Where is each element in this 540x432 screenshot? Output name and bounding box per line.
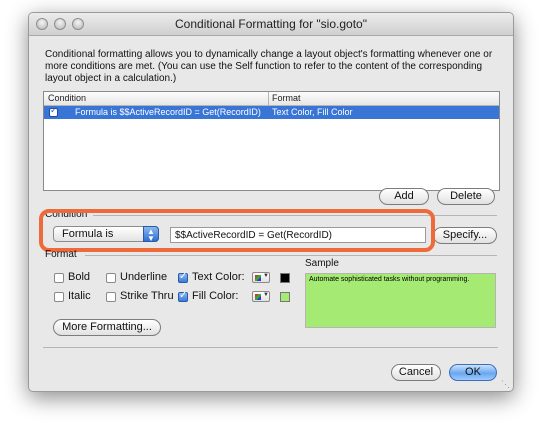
sample-text: Automate sophisticated tasks without pro… — [309, 276, 470, 283]
condition-divider — [93, 215, 497, 216]
column-header-format[interactable]: Format — [272, 93, 301, 103]
italic-checkbox[interactable] — [54, 292, 64, 302]
more-formatting-button[interactable]: More Formatting... — [53, 319, 161, 336]
condition-enabled-checkbox[interactable] — [49, 106, 58, 117]
format-divider — [85, 255, 497, 256]
window-title: Conditional Formatting for "sio.goto" — [175, 17, 367, 31]
underline-label: Underline — [120, 271, 168, 283]
color-palette-icon — [255, 294, 261, 300]
strikethru-label: Strike Thru — [120, 290, 174, 302]
column-divider — [268, 92, 269, 105]
condition-type-value: Formula is — [62, 228, 114, 240]
color-palette-icon — [255, 275, 261, 281]
chevron-down-icon: ▼ — [263, 273, 269, 279]
underline-checkbox[interactable] — [106, 273, 116, 283]
text-color-label: Text Color: — [192, 271, 245, 283]
description-text: Conditional formatting allows you to dyn… — [45, 49, 493, 84]
condition-section-label: Condition — [45, 209, 88, 220]
row-condition: Formula is $$ActiveRecordID = Get(Record… — [75, 107, 261, 117]
row-format: Text Color, Fill Color — [272, 107, 353, 117]
cancel-button[interactable]: Cancel — [391, 364, 441, 381]
fill-color-label: Fill Color: — [192, 290, 239, 302]
title-bar: Conditional Formatting for "sio.goto" — [29, 13, 513, 36]
sample-preview: Automate sophisticated tasks without pro… — [305, 273, 496, 328]
sample-label: Sample — [305, 258, 339, 269]
bold-label: Bold — [68, 271, 91, 283]
text-color-swatch — [280, 273, 290, 283]
add-button[interactable]: Add — [379, 188, 429, 205]
specify-button[interactable]: Specify... — [433, 227, 497, 244]
text-color-picker[interactable]: ▼ — [252, 272, 270, 283]
fill-color-swatch — [280, 292, 290, 302]
table-header: Condition Format — [44, 92, 499, 106]
condition-type-select[interactable]: Formula is ▲ ▼ — [53, 226, 159, 243]
updown-arrows-icon: ▲ ▼ — [143, 226, 159, 243]
delete-button[interactable]: Delete — [437, 188, 495, 205]
resize-grip-icon[interactable]: ⋱ — [501, 379, 511, 389]
fill-color-picker[interactable]: ▼ — [252, 291, 270, 302]
strikethru-checkbox[interactable] — [106, 292, 116, 302]
conditions-table[interactable]: Condition Format Formula is $$ActiveReco… — [43, 91, 500, 191]
chevron-down-icon: ▼ — [263, 292, 269, 298]
column-header-condition[interactable]: Condition — [48, 93, 86, 103]
italic-label: Italic — [68, 290, 91, 302]
bottom-divider — [43, 347, 498, 348]
table-row[interactable]: Formula is $$ActiveRecordID = Get(Record… — [44, 106, 499, 119]
formula-field[interactable]: $$ActiveRecordID = Get(RecordID) — [170, 227, 426, 243]
bold-checkbox[interactable] — [54, 273, 64, 283]
format-section-label: Format — [45, 249, 77, 260]
ok-button[interactable]: OK — [449, 364, 497, 381]
text-color-checkbox[interactable] — [178, 271, 188, 283]
fill-color-checkbox[interactable] — [178, 290, 188, 302]
conditional-formatting-dialog: Conditional Formatting for "sio.goto" Co… — [28, 12, 514, 392]
